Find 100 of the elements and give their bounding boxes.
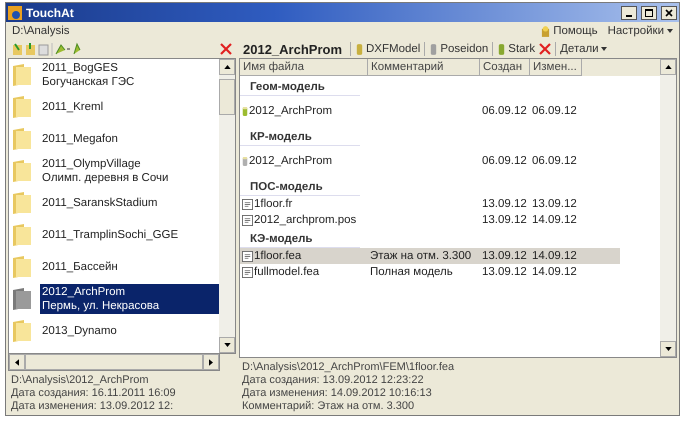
document-icon: [242, 266, 253, 278]
status-line: Дата создания: 16.11.2011 16:09: [11, 387, 177, 400]
status-line: Дата создания: 13.09.2012 12:23:22: [242, 374, 425, 387]
scroll-up-icon[interactable]: [660, 59, 676, 75]
file-row[interactable]: 2012_ArchProm 06.09.12 06.09.12: [240, 96, 620, 126]
folder-item[interactable]: 2011_Kreml: [40, 99, 219, 115]
file-row[interactable]: fullmodel.fea Полная модель 13.09.12 14.09.12: [240, 264, 620, 280]
folder-icon: [12, 159, 32, 183]
created-date: 13.09.12: [482, 214, 527, 226]
folder-icon: [12, 319, 32, 343]
app-icon: [8, 6, 22, 20]
group-header: Геом-модель: [240, 76, 360, 96]
folder-item[interactable]: 2011_SaranskStadium: [40, 195, 219, 211]
file-comment: Полная модель: [370, 266, 453, 278]
group-header: ПОС-модель: [240, 176, 360, 196]
folder-icon: [12, 191, 32, 215]
modified-date: 13.09.12: [532, 198, 577, 210]
file-row[interactable]: 2012_ArchProm 06.09.12 06.09.12: [240, 146, 620, 176]
file-row[interactable]: 1floor.fea Этаж на отм. 3.300 13.09.12 14.09.12: [240, 248, 620, 264]
cylinder-icon: [429, 42, 438, 56]
close-icon: [665, 8, 673, 16]
file-row[interactable]: 1floor.fr 13.09.12 13.09.12: [240, 196, 620, 212]
file-name: 2012_ArchProm: [249, 105, 332, 117]
scroll-down-icon[interactable]: [219, 337, 235, 353]
status-line: Дата изменения: 13.09.2012 12:: [11, 400, 174, 413]
file-name: 1floor.fea: [254, 250, 302, 262]
current-path: D:\Analysis: [12, 25, 70, 37]
modified-date: 06.09.12: [532, 155, 577, 167]
cylinder-icon: [242, 104, 248, 118]
toolbar-icons-drawing[interactable]: [12, 42, 82, 56]
scroll-thumb[interactable]: [25, 354, 203, 370]
status-line: Дата изменения: 14.09.2012 10:16:13: [242, 387, 433, 400]
column-header[interactable]: Измен...: [530, 59, 582, 76]
file-row[interactable]: 2012_archprom.pos 13.09.12 14.09.12: [240, 212, 620, 228]
close-button[interactable]: [661, 6, 677, 20]
modified-date: 14.09.12: [532, 214, 577, 226]
tool-button[interactable]: DXFModel: [355, 42, 420, 56]
status-line: D:\Analysis\2012_ArchProm\FEM\1floor.fea: [242, 361, 456, 374]
created-date: 13.09.12: [482, 198, 527, 210]
folder-item[interactable]: 2011_Бассейн: [40, 259, 219, 275]
scroll-left-icon[interactable]: [9, 354, 25, 370]
tool-button[interactable]: Poseidon: [429, 42, 488, 56]
minimize-icon: [625, 14, 633, 16]
document-icon: [242, 214, 253, 226]
folder-icon: [12, 63, 32, 87]
status-line: Комментарий: Этаж на отм. 3.300: [242, 400, 416, 413]
column-header[interactable]: Имя файла: [240, 59, 368, 76]
modified-date: 14.09.12: [532, 266, 577, 278]
settings-menu[interactable]: Настройки: [608, 25, 664, 37]
folder-item[interactable]: 2011_Megafon: [40, 131, 219, 147]
column-header[interactable]: Создан: [480, 59, 530, 76]
caret-icon[interactable]: [600, 47, 607, 51]
folder-item[interactable]: 2013_Dynamo: [40, 323, 219, 339]
folder-item[interactable]: 2011_TramplinSochi_GGE: [40, 227, 219, 243]
vertical-scrollbar[interactable]: [660, 59, 676, 357]
folder-icon: [12, 127, 32, 151]
project-title: 2012_ArchProm: [243, 42, 342, 56]
modified-date: 06.09.12: [532, 105, 577, 117]
file-name: 2012_archprom.pos: [254, 214, 356, 226]
file-comment: Этаж на отм. 3.300: [370, 250, 472, 262]
created-date: 13.09.12: [482, 266, 527, 278]
cylinder-icon: [355, 42, 364, 56]
file-name: fullmodel.fea: [254, 266, 320, 278]
folder-item[interactable]: 2011_BogGES Богучанская ГЭС: [40, 60, 219, 90]
created-date: 06.09.12: [482, 155, 527, 167]
scroll-down-icon[interactable]: [660, 341, 676, 357]
folder-icon: [12, 223, 32, 247]
folder-item[interactable]: 2011_OlympVillage Олимп. деревня в Сочи: [40, 156, 219, 186]
file-name: 2012_ArchProm: [249, 155, 332, 167]
maximize-icon: [645, 8, 653, 16]
tool-button[interactable]: Stark: [497, 42, 536, 56]
help-menu[interactable]: Помощь: [553, 25, 598, 37]
scroll-right-icon[interactable]: [203, 354, 219, 370]
window-title: TouchAt: [26, 6, 75, 20]
folder-item[interactable]: 2012_ArchProm Пермь, ул. Некрасова: [40, 284, 219, 314]
document-icon: [242, 250, 253, 262]
horizontal-scrollbar[interactable]: [8, 354, 220, 371]
delete-icon[interactable]: [220, 43, 232, 55]
status-line: D:\Analysis\2012_ArchProm: [11, 374, 150, 387]
folder-icon: [12, 287, 32, 311]
cylinder-icon: [497, 42, 506, 56]
details-menu[interactable]: Детали: [560, 43, 599, 55]
document-icon: [242, 198, 253, 210]
scroll-up-icon[interactable]: [219, 59, 235, 75]
delete-icon[interactable]: [539, 43, 552, 55]
maximize-button[interactable]: [641, 6, 657, 20]
created-date: 13.09.12: [482, 250, 527, 262]
folder-icon: [12, 95, 32, 119]
cylinder-icon: [242, 154, 248, 168]
minimize-button[interactable]: [621, 6, 637, 20]
modified-date: 14.09.12: [532, 250, 577, 262]
group-header: КР-модель: [240, 126, 360, 146]
column-header[interactable]: Комментарий: [368, 59, 480, 76]
file-name: 1floor.fr: [254, 198, 292, 210]
caret-icon[interactable]: [667, 29, 673, 33]
created-date: 06.09.12: [482, 105, 527, 117]
help-icon: [541, 26, 550, 36]
vertical-scrollbar[interactable]: [219, 59, 235, 353]
folder-icon: [12, 255, 32, 279]
scroll-thumb[interactable]: [219, 79, 235, 115]
